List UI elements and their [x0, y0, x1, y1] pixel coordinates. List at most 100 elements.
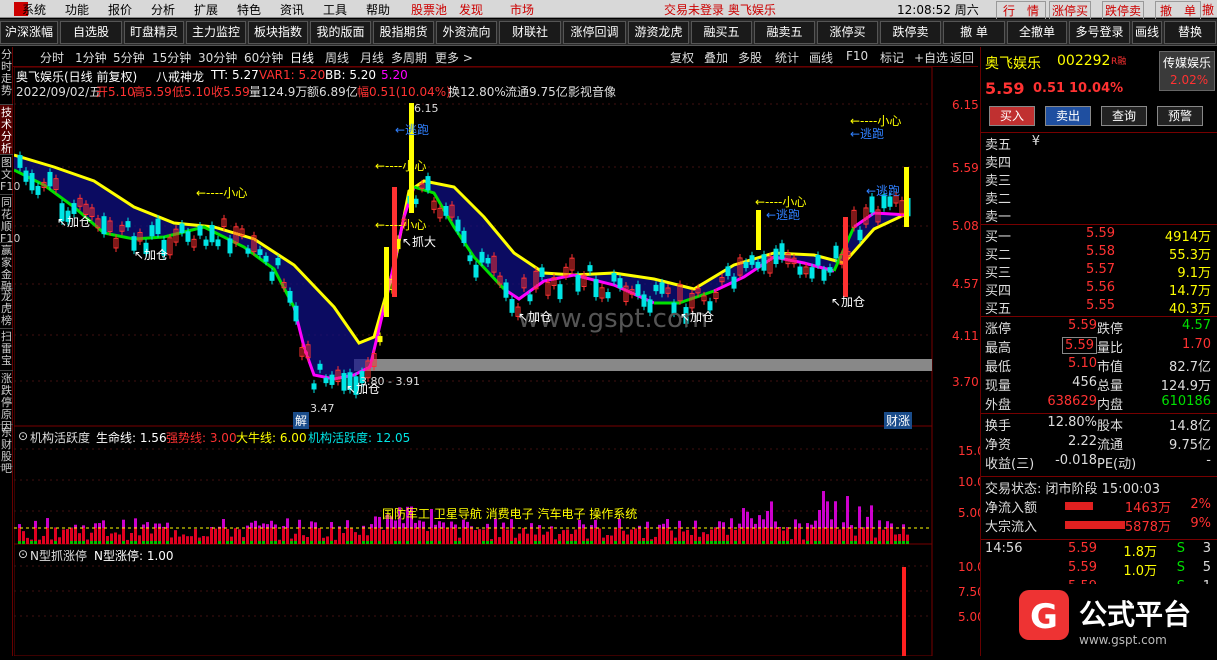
toolbar-button[interactable]: 股指期货 — [373, 21, 434, 44]
toolbar-button[interactable]: 涨停买 — [817, 21, 878, 44]
menu-info[interactable]: 资讯 — [280, 1, 304, 18]
discover-link[interactable]: 发现 — [459, 1, 483, 18]
toolbar-button[interactable]: 自选股 — [60, 21, 122, 44]
sector-box[interactable]: 传媒娱乐 2.02% — [1159, 51, 1215, 91]
sell-button[interactable]: 卖出 — [1045, 106, 1091, 126]
activity-base — [670, 530, 673, 544]
activity-base — [606, 535, 609, 544]
toolbar-button[interactable]: 盯盘精灵 — [124, 21, 184, 44]
period-tab[interactable]: 月线 — [360, 49, 384, 66]
left-nav-item[interactable]: 同花顺F10 — [0, 195, 20, 245]
toolbar-button[interactable]: 沪深涨幅 — [0, 21, 58, 44]
left-nav-item[interactable]: 技术分析 — [0, 105, 13, 155]
activity-base — [66, 529, 69, 544]
menu-analysis[interactable]: 分析 — [151, 1, 175, 18]
menu-system[interactable]: 系统 — [22, 1, 46, 18]
menu-tools[interactable]: 工具 — [323, 1, 347, 18]
activity-base — [162, 528, 165, 544]
chart-tool-button[interactable]: 统计 — [775, 49, 799, 66]
annot-taopao-3: ←逃跑 — [850, 127, 885, 141]
period-tab[interactable]: 多周期 — [391, 49, 427, 66]
period-tab[interactable]: 5分钟 — [113, 49, 145, 66]
sub1-settings-icon[interactable]: ⊙ — [18, 429, 28, 443]
stat-value: 12.80% — [1047, 415, 1097, 430]
activity-tick — [786, 541, 789, 544]
bar-date: 2022/09/02/五 — [16, 85, 102, 99]
quick-cancel-button[interactable]: 撤 单 — [1155, 1, 1202, 20]
left-nav-item[interactable]: 分时走势 — [0, 47, 13, 105]
toolbar-button[interactable]: 替换 — [1164, 21, 1216, 44]
left-nav-item[interactable]: 东财股吧 — [0, 425, 13, 475]
toolbar-button[interactable]: 融买五 — [691, 21, 752, 44]
activity-base — [190, 536, 193, 544]
chart-tool-button[interactable]: 多股 — [738, 49, 762, 66]
stat-label: 股本 — [1097, 419, 1124, 434]
activity-base — [506, 529, 509, 544]
chart-tool-button[interactable]: 画线 — [809, 49, 833, 66]
period-tab[interactable]: 15分钟 — [152, 49, 191, 66]
period-tab[interactable]: 日线 — [290, 49, 314, 66]
toolbar-button[interactable]: 外资流向 — [436, 21, 497, 44]
chart-tool-button[interactable]: 复权 — [670, 49, 694, 66]
toolbar-button[interactable]: 融卖五 — [754, 21, 815, 44]
tick-volume: 1.0万 — [1123, 564, 1157, 579]
toolbar-button[interactable]: 涨停回调 — [563, 21, 626, 44]
left-nav-item[interactable]: 图文F10 — [0, 155, 20, 195]
period-tab[interactable]: 30分钟 — [198, 49, 237, 66]
sub2-settings-icon[interactable]: ⊙ — [18, 547, 28, 561]
menu-feature[interactable]: 特色 — [237, 1, 261, 18]
toolbar-button[interactable]: 游资龙虎 — [628, 21, 689, 44]
bar-theme: 影视音像 — [568, 85, 617, 99]
menu-function[interactable]: 功能 — [65, 1, 89, 18]
kline-chart-svg[interactable] — [13, 66, 978, 657]
earnings-marker: 财涨 — [884, 412, 913, 429]
market-link[interactable]: 市场 — [510, 1, 534, 18]
left-nav-item[interactable]: 赢家金融 — [0, 243, 13, 293]
stat-label: 量比 — [1097, 341, 1124, 356]
quick-cancel2-button[interactable]: 撤 — [1202, 1, 1214, 18]
row-value: 5.55 — [1086, 298, 1115, 313]
toolbar-button[interactable]: 跌停卖 — [880, 21, 941, 44]
period-tab[interactable]: 分时 — [40, 49, 64, 66]
activity-base — [610, 535, 613, 544]
stock-pool-link[interactable]: 股票池 — [411, 1, 447, 18]
chart-tool-button[interactable]: +自选 — [914, 49, 948, 66]
chart-tool-button[interactable]: 返回 — [950, 49, 974, 66]
buy-button[interactable]: 买入 — [989, 106, 1035, 126]
activity-base — [522, 528, 525, 544]
activity-tick — [166, 541, 169, 544]
quick-buy-limit-button[interactable]: 涨停买 — [1049, 1, 1092, 20]
quick-sell-limit-button[interactable]: 跌停卖 — [1102, 1, 1145, 20]
left-nav-item[interactable]: 扫雷宝 — [0, 329, 13, 371]
activity-base — [246, 528, 249, 544]
main-chart[interactable] — [13, 66, 978, 660]
alert-button[interactable]: 预警 — [1157, 106, 1203, 126]
period-tab[interactable]: 1分钟 — [75, 49, 107, 66]
left-nav-item[interactable]: 龙虎榜 — [0, 289, 13, 329]
candle-body — [71, 203, 77, 214]
toolbar-button[interactable]: 全撤单 — [1007, 21, 1067, 44]
query-button[interactable]: 查询 — [1101, 106, 1147, 126]
left-nav-item[interactable]: 涨跌停原因 — [0, 371, 13, 433]
period-tab[interactable]: 60分钟 — [244, 49, 283, 66]
toolbar-button[interactable]: 我的版面 — [310, 21, 371, 44]
period-tab[interactable]: 周线 — [325, 49, 349, 66]
activity-tick — [878, 541, 881, 544]
menu-extend[interactable]: 扩展 — [194, 1, 218, 18]
period-tab[interactable]: 更多 > — [435, 49, 473, 66]
chart-tool-button[interactable]: 叠加 — [704, 49, 728, 66]
toolbar-button[interactable]: 多号登录 — [1069, 21, 1130, 44]
chart-tool-button[interactable]: F10 — [846, 49, 868, 63]
toolbar-button[interactable]: 板块指数 — [248, 21, 308, 44]
menu-help[interactable]: 帮助 — [366, 1, 390, 18]
toolbar-button[interactable]: 主力监控 — [186, 21, 246, 44]
activity-tick — [642, 541, 645, 544]
toolbar-button[interactable]: 撤 单 — [943, 21, 1005, 44]
activity-base — [62, 529, 65, 544]
toolbar-button[interactable]: 画线 — [1132, 21, 1162, 44]
toolbar-button[interactable]: 财联社 — [499, 21, 561, 44]
chart-tool-button[interactable]: 标记 — [880, 49, 904, 66]
menu-quote[interactable]: 报价 — [108, 1, 132, 18]
quick-quote-button[interactable]: 行 情 — [996, 1, 1047, 20]
stat-value: 5.59 — [1068, 318, 1097, 333]
